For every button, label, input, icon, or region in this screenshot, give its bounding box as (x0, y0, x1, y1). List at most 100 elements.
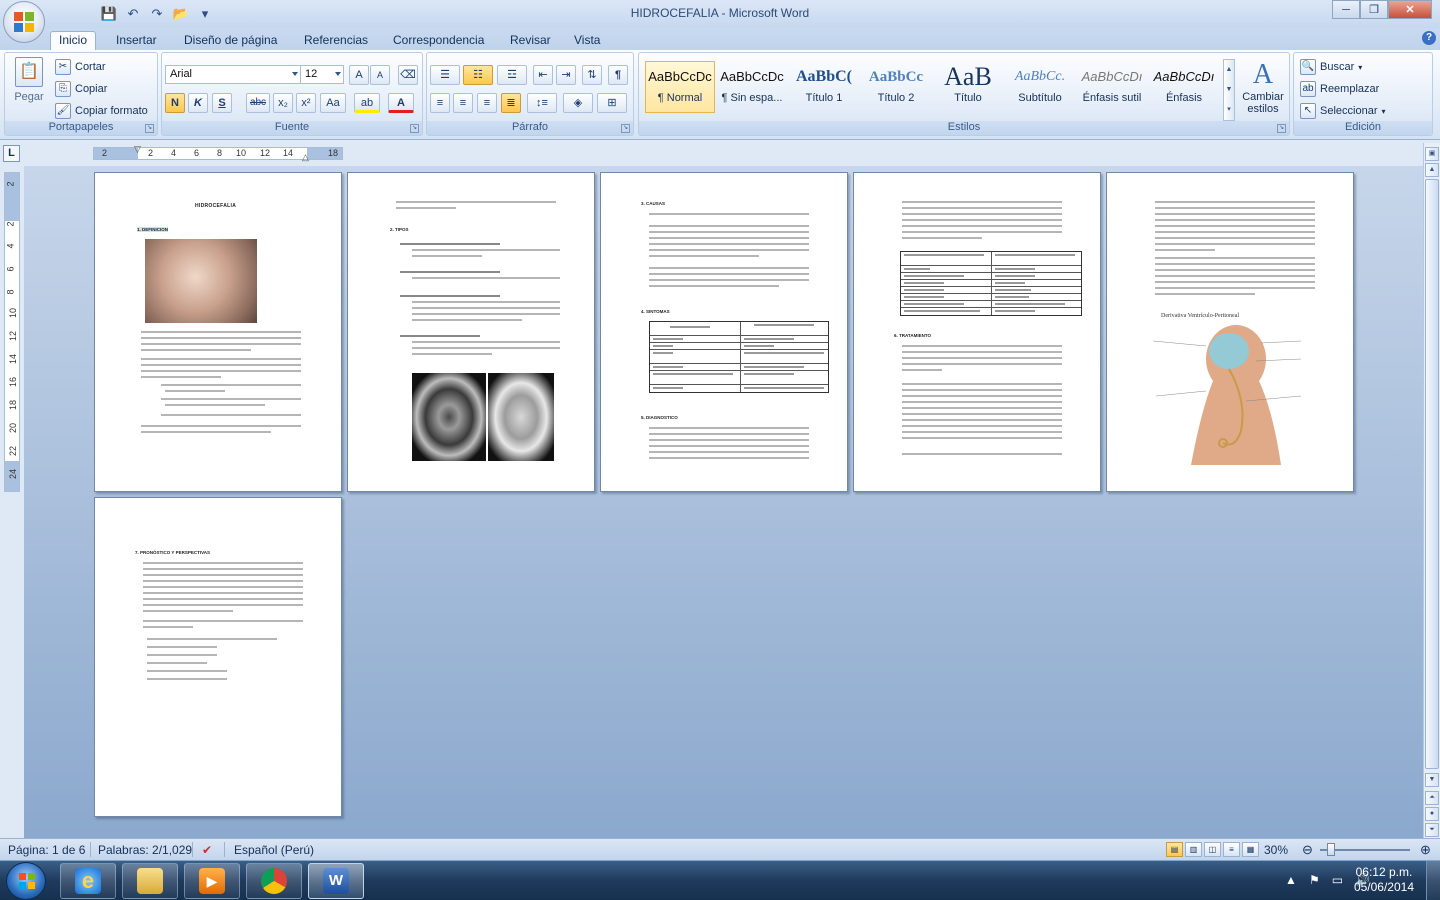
numbering-icon[interactable]: ☷ (463, 65, 493, 85)
font-color-button[interactable]: A (388, 93, 414, 113)
next-page-icon[interactable]: ⏷ (1425, 823, 1439, 837)
grow-font-button[interactable]: A (349, 65, 369, 85)
full-screen-reading-icon[interactable]: ▥ (1185, 842, 1202, 857)
first-indent-marker-icon[interactable]: ▽ (134, 144, 141, 155)
style-sin-espaciado[interactable]: AaBbCcDc ¶ Sin espa... (717, 61, 787, 113)
browse-object-icon[interactable]: ● (1425, 807, 1439, 821)
document-area[interactable]: HIDROCEFALIA 1. DEFINICION 2. TIPOS 3. C… (24, 166, 1423, 838)
highlight-button[interactable]: ab (354, 93, 380, 113)
document-page-3[interactable]: 3. CAUSAS 4. SINTOMAS 5. DIAGNOSTICO (600, 172, 848, 492)
select-button[interactable]: ↖ Seleccionar ▾ (1300, 103, 1386, 119)
change-styles-button[interactable]: A Cambiar estilos (1239, 59, 1287, 115)
view-ruler-icon[interactable]: ▣ (1425, 147, 1439, 161)
increase-indent-icon[interactable]: ⇥ (556, 65, 576, 85)
borders-icon[interactable]: ⊞ (597, 93, 627, 113)
zoom-level[interactable]: 30% (1264, 843, 1288, 857)
right-indent-marker-icon[interactable]: △ (302, 152, 309, 163)
style-normal[interactable]: AaBbCcDc ¶ Normal (645, 61, 715, 113)
print-layout-view-icon[interactable]: ▤ (1166, 842, 1183, 857)
show-marks-button[interactable]: ¶ (608, 65, 628, 85)
horizontal-ruler[interactable]: 2 2 4 6 8 10 12 14 18 ▽ △ (93, 144, 343, 163)
taskbar-explorer[interactable] (122, 863, 178, 899)
tab-selector-button[interactable]: L (3, 145, 20, 162)
scroll-down-icon[interactable]: ▼ (1425, 773, 1439, 787)
start-button[interactable] (6, 862, 46, 900)
tab-referencias[interactable]: Referencias (304, 31, 368, 50)
tab-inicio[interactable]: Inicio (50, 31, 97, 50)
scroll-up-icon[interactable]: ▲ (1425, 163, 1439, 177)
multilevel-list-icon[interactable]: ☲ (497, 65, 527, 85)
clipboard-launcher-icon[interactable]: ↘ (145, 124, 154, 133)
tab-insertar[interactable]: Insertar (116, 31, 157, 50)
vertical-ruler[interactable]: 2 2 4 6 8 10 12 14 16 18 20 22 24 (4, 172, 20, 492)
document-page-6[interactable]: 7. PRONÓSTICO Y PERSPECTIVAS (94, 497, 342, 817)
tab-vista[interactable]: Vista (574, 31, 600, 50)
styles-scroll[interactable]: ▲ ▼ ▾ (1223, 59, 1235, 121)
tab-correspondencia[interactable]: Correspondencia (393, 31, 484, 50)
document-page-4[interactable]: 6. TRATAMIENTO (853, 172, 1101, 492)
taskbar-internet-explorer[interactable]: e (60, 863, 116, 899)
document-page-5[interactable]: Derivativa Ventrículo-Peritoneal (1106, 172, 1354, 492)
shrink-font-button[interactable]: A (370, 65, 390, 85)
zoom-out-icon[interactable]: ⊖ (1302, 842, 1313, 858)
maximize-button[interactable]: ❐ (1360, 0, 1388, 19)
clear-format-icon[interactable]: ⌫ (398, 65, 418, 85)
line-spacing-icon[interactable]: ↕≡ (527, 93, 557, 113)
decrease-indent-icon[interactable]: ⇤ (533, 65, 553, 85)
web-layout-icon[interactable]: ◫ (1204, 842, 1221, 857)
copy-button[interactable]: ⎘ Copiar (55, 81, 107, 97)
align-center-icon[interactable]: ≡ (453, 93, 473, 113)
justify-icon[interactable]: ≣ (501, 93, 521, 113)
action-center-flag-icon[interactable]: ⚑ (1309, 873, 1320, 887)
close-button[interactable]: ✕ (1388, 0, 1432, 19)
taskbar-chrome[interactable] (246, 863, 302, 899)
superscript-button[interactable]: x² (296, 93, 316, 113)
tab-diseno[interactable]: Diseño de página (184, 31, 277, 50)
font-size-combo[interactable]: 12 (300, 65, 344, 84)
office-button[interactable] (3, 1, 45, 43)
language-status[interactable]: Español (Perú) (234, 843, 314, 857)
font-family-combo[interactable]: Arial (165, 65, 301, 84)
cut-button[interactable]: ✂ Cortar (55, 59, 106, 75)
taskbar-clock[interactable]: 06:12 p.m. 05/06/2014 (1354, 865, 1414, 895)
style-titulo-2[interactable]: AaBbCc Título 2 (861, 61, 931, 113)
style-subtitulo[interactable]: AaBbCc. Subtítulo (1005, 61, 1075, 113)
change-case-button[interactable]: Aa (320, 93, 346, 113)
outline-view-icon[interactable]: ≡ (1223, 842, 1240, 857)
paste-button[interactable]: 📋 Pegar (11, 57, 47, 103)
zoom-slider-thumb[interactable] (1327, 843, 1335, 856)
show-hidden-icons-icon[interactable]: ▲ (1285, 873, 1297, 887)
network-icon[interactable]: ▭ (1332, 873, 1343, 887)
font-launcher-icon[interactable]: ↘ (410, 124, 419, 133)
tab-revisar[interactable]: Revisar (510, 31, 551, 50)
strikethrough-button[interactable]: abc (246, 93, 270, 113)
replace-button[interactable]: ab Reemplazar (1300, 81, 1379, 97)
underline-button[interactable]: S (212, 93, 232, 113)
style-titulo[interactable]: AaB Título (933, 61, 1003, 113)
scroll-thumb[interactable] (1425, 179, 1439, 769)
taskbar-media-player[interactable]: ▶ (184, 863, 240, 899)
align-right-icon[interactable]: ≡ (477, 93, 497, 113)
styles-launcher-icon[interactable]: ↘ (1277, 124, 1286, 133)
paragraph-launcher-icon[interactable]: ↘ (621, 124, 630, 133)
document-page-1[interactable]: HIDROCEFALIA 1. DEFINICION (94, 172, 342, 492)
align-left-icon[interactable]: ≡ (430, 93, 450, 113)
proofing-icon[interactable]: ✔ (202, 843, 212, 857)
bold-button[interactable]: N (165, 93, 185, 113)
style-enfasis-sutil[interactable]: AaBbCcDı Énfasis sutil (1077, 61, 1147, 113)
style-enfasis[interactable]: AaBbCcDı Énfasis (1149, 61, 1219, 113)
show-desktop-button[interactable] (1426, 861, 1440, 900)
format-painter-button[interactable]: 🖌 Copiar formato (55, 103, 148, 119)
help-icon[interactable]: ? (1422, 31, 1436, 45)
page-count-status[interactable]: Página: 1 de 6 (8, 843, 85, 857)
sort-icon[interactable]: ⇅ (582, 65, 602, 85)
zoom-in-icon[interactable]: ⊕ (1420, 842, 1431, 858)
document-page-2[interactable]: 2. TIPOS (347, 172, 595, 492)
vertical-scrollbar[interactable]: ▣ ▲ ▼ ⏶ ● ⏷ (1423, 143, 1440, 838)
previous-page-icon[interactable]: ⏶ (1425, 791, 1439, 805)
bullets-icon[interactable]: ☰ (430, 65, 460, 85)
taskbar-word[interactable]: W (308, 863, 364, 899)
subscript-button[interactable]: x₂ (273, 93, 293, 113)
style-titulo-1[interactable]: AaBbC( Título 1 (789, 61, 859, 113)
find-button[interactable]: 🔍 Buscar ▾ (1300, 59, 1362, 75)
